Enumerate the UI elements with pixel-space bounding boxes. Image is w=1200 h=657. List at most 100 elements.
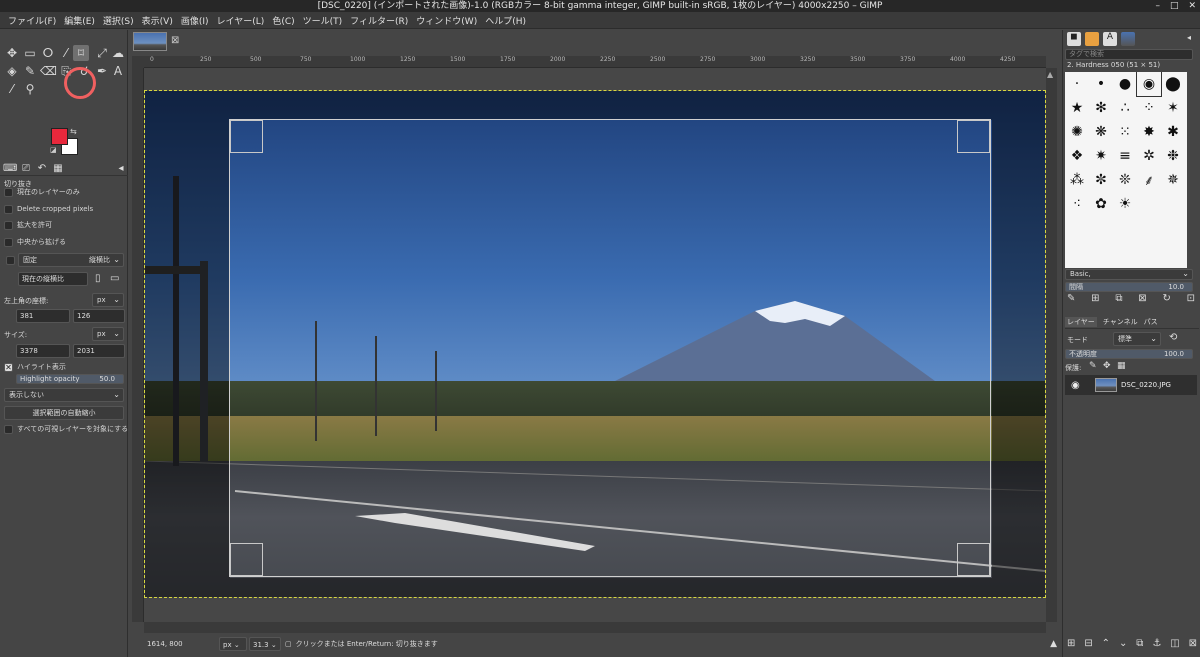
zoom-combo[interactable]: 31.3 ⌄: [249, 637, 281, 651]
device-status-tab-icon[interactable]: ⎚: [19, 162, 33, 175]
brush-item[interactable]: ⁂: [1065, 168, 1089, 192]
patterns-tab-icon[interactable]: [1085, 32, 1099, 46]
ruler-corner[interactable]: [132, 56, 144, 68]
brush-item[interactable]: ⁖: [1065, 192, 1089, 216]
tab-layers[interactable]: レイヤー: [1065, 317, 1097, 327]
lasso-tool-icon[interactable]: ⵔ: [40, 45, 56, 61]
text-tool-icon[interactable]: A: [110, 63, 126, 79]
brush-item[interactable]: ✲: [1137, 144, 1161, 168]
brush-item[interactable]: ✱: [1161, 120, 1185, 144]
mask-layer-icon[interactable]: ◫: [1170, 638, 1179, 649]
position-unit-combo[interactable]: px ⌄: [92, 293, 124, 307]
shrink-merged-checkbox[interactable]: [4, 424, 13, 434]
rect-select-tool-icon[interactable]: ▭: [22, 45, 38, 61]
menu-layer[interactable]: レイヤー(L): [213, 14, 269, 27]
crop-rectangle[interactable]: [229, 119, 991, 577]
delete-brush-icon[interactable]: ⊠: [1138, 293, 1146, 304]
brush-item[interactable]: ❖: [1065, 144, 1089, 168]
menu-colors[interactable]: 色(C): [268, 14, 298, 27]
highlight-opacity-slider[interactable]: Highlight opacity 50.0: [16, 374, 124, 384]
eraser-tool-icon[interactable]: ⌫: [40, 63, 57, 79]
highlight-checkbox[interactable]: ✕: [4, 362, 13, 372]
brush-item[interactable]: ✺: [1065, 120, 1089, 144]
aspect-ratio-field[interactable]: 現在の縦横比: [18, 272, 88, 286]
move-tool-icon[interactable]: ✥: [4, 45, 20, 61]
opacity-slider[interactable]: 不透明度 100.0: [1065, 349, 1193, 359]
portrait-icon[interactable]: ▯: [95, 273, 101, 284]
brush-item[interactable]: ⸙: [1137, 168, 1161, 192]
panel-menu-icon[interactable]: ◂: [1187, 33, 1191, 42]
brush-item[interactable]: ◉: [1136, 72, 1162, 97]
brush-tag-filter[interactable]: タグで検索: [1065, 49, 1193, 60]
guides-combo[interactable]: 表示しない ⌄: [4, 388, 124, 402]
position-x-field[interactable]: 381: [16, 309, 70, 323]
expand-center-option[interactable]: 中央から拡げる: [4, 236, 66, 248]
close-button[interactable]: ✕: [1188, 0, 1196, 12]
brush-grid[interactable]: · • ● ◉ ⬤ ★ ✻ ∴ ⁘ ✶ ✺ ❋ ⁙ ✸ ✱ ❖ ✷ ≡ ✲ ❉ …: [1065, 72, 1187, 268]
swap-colors-icon[interactable]: ⇆: [70, 127, 77, 136]
delete-cropped-option[interactable]: Delete cropped pixels: [4, 203, 93, 215]
delete-cropped-checkbox[interactable]: [4, 204, 13, 214]
images-tab-icon[interactable]: ▦: [51, 162, 65, 175]
brush-item[interactable]: ⁘: [1137, 96, 1161, 120]
tab-channels[interactable]: チャンネル: [1103, 317, 1138, 327]
foreground-color-swatch[interactable]: [51, 128, 68, 145]
lock-pixels-icon[interactable]: ✎: [1089, 361, 1097, 371]
warp-tool-icon[interactable]: ☁: [110, 45, 126, 61]
layer-row[interactable]: ◉ DSC_0220.JPG: [1065, 375, 1197, 395]
brush-item[interactable]: ❋: [1089, 120, 1113, 144]
image-tab-thumbnail[interactable]: [133, 32, 167, 51]
unit-combo[interactable]: px ⌄: [219, 637, 247, 651]
menu-help[interactable]: ヘルプ(H): [481, 14, 530, 27]
brush-item[interactable]: ⁙: [1113, 120, 1137, 144]
spacing-slider[interactable]: 間隔 10.0: [1065, 282, 1193, 292]
paintbrush-tool-icon[interactable]: ✎: [22, 63, 38, 79]
brush-item[interactable]: ⬤: [1161, 72, 1185, 96]
brush-item[interactable]: ✸: [1137, 120, 1161, 144]
brush-item[interactable]: ✵: [1161, 168, 1185, 192]
crop-tool-icon[interactable]: ⌑: [73, 45, 89, 61]
default-colors-icon[interactable]: ◪: [50, 146, 57, 154]
tab-paths[interactable]: パス: [1144, 317, 1158, 327]
current-layer-only-checkbox[interactable]: [4, 187, 13, 197]
vertical-scrollbar[interactable]: ▲: [1046, 68, 1057, 622]
crop-handle-bottom-left[interactable]: [230, 543, 263, 576]
lock-alpha-icon[interactable]: ▦: [1117, 361, 1126, 371]
brush-folder-icon[interactable]: ⊡: [1187, 293, 1195, 304]
menu-filters[interactable]: フィルター(R): [346, 14, 412, 27]
duplicate-brush-icon[interactable]: ⧉: [1115, 293, 1122, 304]
crop-handle-bottom-right[interactable]: [957, 543, 990, 576]
fuzzy-select-tool-icon[interactable]: ⁄: [58, 45, 74, 61]
allow-growing-option[interactable]: 拡大を許可: [4, 219, 52, 231]
cancel-icon[interactable]: ▢: [285, 640, 292, 648]
menu-image[interactable]: 画像(I): [177, 14, 213, 27]
highlight-option[interactable]: ✕ ハイライト表示: [4, 361, 66, 373]
duplicate-layer-icon[interactable]: ⧉: [1136, 638, 1143, 649]
expand-center-checkbox[interactable]: [4, 237, 13, 247]
brush-preset-combo[interactable]: Basic, ⌄: [1065, 269, 1193, 280]
brush-item[interactable]: ·: [1065, 72, 1089, 96]
brush-item[interactable]: ☀: [1113, 192, 1137, 216]
lock-position-icon[interactable]: ✥: [1103, 361, 1111, 371]
layer-mode-combo[interactable]: 標準 ⌄: [1113, 332, 1161, 346]
images-tab-icon[interactable]: [1121, 32, 1135, 46]
size-unit-combo[interactable]: px ⌄: [92, 327, 124, 341]
new-group-icon[interactable]: ⊟: [1084, 638, 1092, 649]
paths-tool-icon[interactable]: ✒: [94, 63, 110, 79]
undo-history-tab-icon[interactable]: ↶: [35, 162, 49, 175]
allow-growing-checkbox[interactable]: [4, 220, 13, 230]
new-layer-icon[interactable]: ⊞: [1067, 638, 1075, 649]
crop-handle-top-left[interactable]: [230, 120, 263, 153]
brush-item[interactable]: ★: [1065, 96, 1089, 120]
crop-handle-top-right[interactable]: [957, 120, 990, 153]
bucket-fill-tool-icon[interactable]: ◈: [4, 63, 20, 79]
fixed-checkbox[interactable]: [6, 256, 15, 265]
brush-item[interactable]: ✿: [1089, 192, 1113, 216]
minimize-button[interactable]: –: [1155, 0, 1160, 12]
close-tab-icon[interactable]: ⊠: [171, 35, 179, 46]
brush-item[interactable]: ❉: [1161, 144, 1185, 168]
fixed-mode-combo[interactable]: 固定 縦横比 ⌄: [18, 253, 124, 267]
position-y-field[interactable]: 126: [73, 309, 125, 323]
brush-item[interactable]: ✷: [1089, 144, 1113, 168]
landscape-icon[interactable]: ▭: [110, 273, 119, 284]
